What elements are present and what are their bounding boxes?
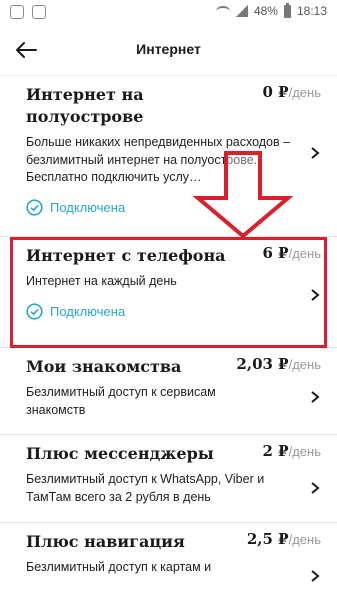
chevron-right-icon[interactable] [309, 390, 321, 403]
page-title: Интернет [136, 41, 201, 57]
status-bar: 48% 18:13 [0, 0, 337, 24]
service-name: Интернет с телефона [26, 246, 226, 265]
battery-icon [283, 2, 291, 18]
service-item-my-dating[interactable]: Мои знакомства 2,03 ₽/день Безлимитный д… [0, 348, 337, 435]
price-value: 2,03 ₽ [236, 355, 289, 373]
services-list: Интернет на полуострове 0 ₽/день Больше … [0, 76, 337, 593]
chevron-right-icon[interactable] [309, 146, 321, 159]
service-item-plus-messengers[interactable]: Плюс мессенджеры 2 ₽/день Безлимитный до… [0, 435, 337, 523]
status-indicators: 48% 18:13 [215, 2, 327, 18]
check-circle-icon [26, 302, 43, 320]
service-item-internet-from-phone[interactable]: Интернет с телефона 6 ₽/день Интернет на… [0, 237, 337, 348]
service-price: 0 ₽/день [263, 83, 322, 101]
chevron-right-icon[interactable] [309, 569, 321, 582]
service-description: Интернет на каждый день [26, 274, 177, 288]
price-value: 6 ₽ [262, 244, 289, 262]
service-name: Плюс навигация [26, 532, 185, 551]
wifi-icon [215, 6, 230, 16]
price-value: 2 ₽ [262, 442, 289, 460]
price-value: 2,5 ₽ [246, 530, 289, 548]
service-description: Безлимитный доступ к сервисам знакомств [26, 385, 216, 417]
status-connected: Подключена [26, 198, 321, 216]
price-unit: /день [288, 532, 321, 547]
status-connected: Подключена [26, 302, 321, 320]
service-name: Мои знакомства [26, 357, 182, 376]
chevron-right-icon[interactable] [309, 481, 321, 494]
notification-icon [10, 5, 24, 19]
service-price: 2 ₽/день [263, 442, 322, 460]
price-unit: /день [288, 246, 321, 261]
service-item-plus-navigation[interactable]: Плюс навигация 2,5 ₽/день Безлимитный до… [0, 523, 337, 593]
service-item-internet-peninsula[interactable]: Интернет на полуострове 0 ₽/день Больше … [0, 76, 337, 237]
service-description: Безлимитный доступ к WhatsApp, Viber и Т… [26, 472, 265, 504]
service-price: 6 ₽/день [263, 244, 322, 262]
service-price: 2,5 ₽/день [247, 530, 321, 548]
price-unit: /день [288, 357, 321, 372]
price-value: 0 ₽ [262, 83, 289, 101]
check-circle-icon [26, 198, 43, 216]
service-name: Интернет на полуострове [26, 85, 144, 126]
clock: 18:13 [296, 4, 327, 18]
status-label: Подключена [50, 199, 126, 215]
status-label: Подключена [50, 303, 126, 319]
service-name: Плюс мессенджеры [26, 444, 214, 463]
notification-icons [10, 5, 46, 19]
chevron-right-icon[interactable] [309, 288, 321, 301]
price-unit: /день [288, 444, 321, 459]
service-price: 2,03 ₽/день [236, 355, 321, 373]
price-unit: /день [288, 85, 321, 100]
battery-level: 48% [253, 4, 278, 18]
signal-icon [235, 5, 248, 17]
service-description: Безлимитный доступ к картам и [26, 560, 212, 574]
app-header: Интернет [0, 24, 337, 76]
notification-icon [32, 5, 46, 19]
service-description: Больше никаких непредвиденных расходов –… [26, 135, 291, 184]
